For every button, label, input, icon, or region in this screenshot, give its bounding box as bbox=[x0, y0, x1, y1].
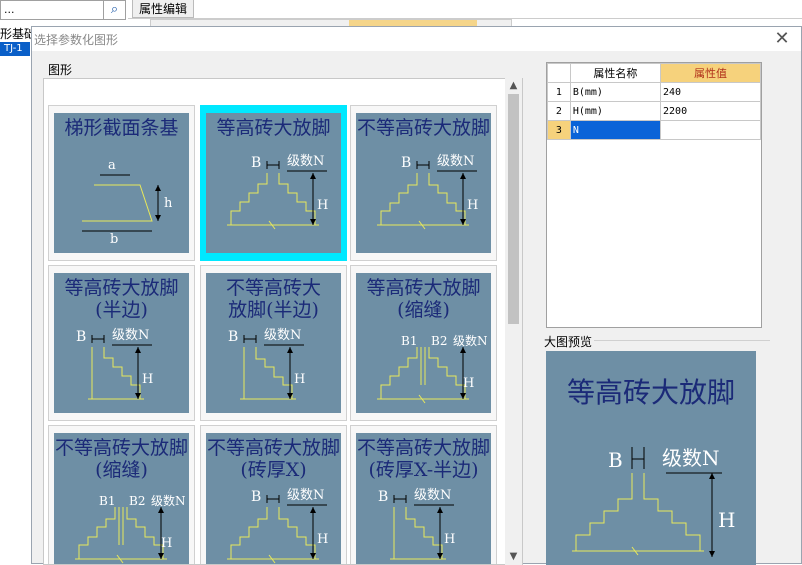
prop-value[interactable]: 240 bbox=[660, 82, 761, 102]
dim-label-h: H bbox=[467, 198, 478, 213]
dim-label-b2: B2 bbox=[431, 334, 447, 348]
group-label: 图形 bbox=[48, 61, 73, 78]
dialog-title: 选择参数化图形 bbox=[34, 33, 119, 47]
dim-label-b: B bbox=[608, 448, 623, 472]
large-preview: 等高砖大放脚 B 级数N H bbox=[546, 351, 756, 565]
col-header-name: 属性名称 bbox=[569, 63, 662, 83]
dim-label-b1: B1 bbox=[99, 494, 115, 508]
dim-label-h: h bbox=[164, 196, 173, 211]
dim-label-levels: 级数N bbox=[151, 493, 186, 508]
prop-row[interactable]: 1 B(mm) 240 bbox=[547, 82, 761, 102]
row-number: 2 bbox=[547, 101, 571, 121]
prop-value[interactable] bbox=[660, 120, 761, 140]
shape-tile[interactable]: 不等高砖大放脚 (缩缝) B1 B2 级数N H bbox=[48, 425, 195, 564]
dim-label-b: B bbox=[251, 155, 261, 171]
row-number: 1 bbox=[547, 82, 571, 102]
prop-name[interactable]: N bbox=[569, 120, 662, 140]
gallery-scrollbar[interactable]: ▲ ▼ bbox=[505, 78, 522, 565]
shape-thumbnail: 等高砖大放脚 (缩缝) B1 B2 级数N H bbox=[356, 273, 491, 413]
scroll-down-icon[interactable]: ▼ bbox=[505, 549, 522, 565]
close-icon[interactable]: ✕ bbox=[771, 27, 793, 51]
shape-thumbnail: 不等高砖大放脚 (砖厚X) B 级数N H bbox=[206, 433, 341, 564]
shape-tile[interactable]: 不等高砖大放脚 (砖厚X) B 级数N H bbox=[200, 425, 347, 564]
shape-tile[interactable]: 等高砖大放脚 B 级数N H bbox=[200, 105, 347, 261]
dim-label-h: H bbox=[444, 532, 455, 547]
tab-props-edit[interactable]: 属性编辑 bbox=[132, 0, 195, 18]
dim-label-h: H bbox=[317, 532, 328, 547]
dim-label-b: b bbox=[110, 232, 118, 247]
dialog-titlebar: 选择参数化图形 ✕ bbox=[32, 27, 801, 51]
shape-select-dialog: 选择参数化图形 ✕ 图形 梯形截面条基 a h b 等高砖大放脚 B 级数N H 不等高砖大放脚… bbox=[31, 26, 802, 565]
dim-label-h: H bbox=[718, 508, 735, 532]
shape-diagram: B 级数N H bbox=[377, 154, 478, 230]
shape-tile[interactable]: 梯形截面条基 a h b bbox=[48, 105, 195, 261]
dim-label-levels: 级数N bbox=[112, 328, 149, 343]
preview-caption: 等高砖大放脚 bbox=[566, 376, 735, 409]
shape-tile[interactable]: 不等高砖大 放脚(半边) B 级数N H bbox=[200, 265, 347, 421]
dim-label-levels: 级数N bbox=[287, 154, 324, 169]
col-header-value: 属性值 bbox=[660, 63, 761, 83]
dim-label-levels: 级数N bbox=[662, 446, 720, 470]
properties-grid: 属性名称 属性值 1 B(mm) 240 2 H(mm) 2200 3 N bbox=[546, 62, 762, 328]
dim-label-b: B bbox=[76, 329, 86, 345]
shape-thumbnail: 不等高砖大放脚 (缩缝) B1 B2 级数N H bbox=[54, 433, 189, 564]
shape-diagram: a h b bbox=[82, 158, 173, 247]
prop-row[interactable]: 3 N bbox=[547, 120, 761, 140]
dim-label-b: B bbox=[251, 489, 261, 505]
shape-thumbnail: 等高砖大放脚 B 级数N H bbox=[206, 113, 341, 253]
dim-label-h: H bbox=[463, 376, 474, 391]
dim-label-h: H bbox=[317, 198, 328, 213]
preview-label: 大图预览 bbox=[544, 335, 593, 349]
dim-label-b1: B1 bbox=[401, 334, 417, 348]
props-tab-bar: 属性编辑 bbox=[128, 0, 802, 19]
shape-thumbnail: 等高砖大放脚 (半边) B 级数N H bbox=[54, 273, 189, 413]
prop-name[interactable]: H(mm) bbox=[569, 101, 662, 121]
dim-label-b: B bbox=[401, 155, 411, 171]
shape-diagram: B 级数N H bbox=[227, 154, 328, 230]
shape-tile[interactable]: 不等高砖大放脚 B 级数N H bbox=[350, 105, 497, 261]
shape-thumbnail: 梯形截面条基 a h b bbox=[54, 113, 189, 253]
dim-label-b: B bbox=[378, 489, 388, 505]
dim-label-b2: B2 bbox=[129, 494, 145, 508]
shape-diagram: B 级数N H bbox=[378, 488, 455, 560]
shape-thumbnail: 不等高砖大放脚 B 级数N H bbox=[356, 113, 491, 253]
search-input[interactable]: ... bbox=[0, 0, 104, 20]
dim-label-levels: 级数N bbox=[414, 488, 451, 503]
scroll-thumb[interactable] bbox=[508, 94, 519, 324]
shape-tile[interactable]: 不等高砖大放脚 (砖厚X-半边) B 级数N H bbox=[350, 425, 497, 564]
dim-label-levels: 级数N bbox=[287, 488, 324, 503]
shape-diagram: B 级数N H bbox=[76, 328, 153, 400]
scroll-up-icon[interactable]: ▲ bbox=[505, 78, 522, 94]
shape-diagram: B 级数N H bbox=[228, 328, 305, 400]
shape-thumbnail: 不等高砖大 放脚(半边) B 级数N H bbox=[206, 273, 341, 413]
shape-gallery: 梯形截面条基 a h b 等高砖大放脚 B 级数N H 不等高砖大放脚 B 级数N H 等高砖大放脚 (… bbox=[43, 78, 523, 565]
prop-value[interactable]: 2200 bbox=[660, 101, 761, 121]
shape-tile[interactable]: 等高砖大放脚 (缩缝) B1 B2 级数N H bbox=[350, 265, 497, 421]
shape-diagram: B 级数N H bbox=[227, 488, 328, 564]
preview-divider bbox=[594, 340, 770, 341]
tree-item-selected[interactable]: TJ-1 bbox=[0, 42, 30, 56]
dim-label-levels: 级数N bbox=[437, 154, 474, 169]
prop-row[interactable]: 2 H(mm) 2200 bbox=[547, 101, 761, 121]
dim-label-h: H bbox=[294, 372, 305, 387]
dim-label-h: H bbox=[142, 372, 153, 387]
shape-diagram: B1 B2 级数N H bbox=[75, 493, 186, 564]
dim-label-h: H bbox=[161, 536, 172, 551]
shape-thumbnail: 不等高砖大放脚 (砖厚X-半边) B 级数N H bbox=[356, 433, 491, 564]
search-icon[interactable]: ⌕ bbox=[104, 0, 126, 20]
dim-label-b: B bbox=[228, 329, 238, 345]
corner-cell bbox=[547, 63, 571, 83]
dim-label-levels: 级数N bbox=[453, 333, 488, 348]
dim-label-levels: 级数N bbox=[264, 328, 301, 343]
prop-name[interactable]: B(mm) bbox=[569, 82, 662, 102]
row-number: 3 bbox=[547, 120, 571, 140]
dim-label-a: a bbox=[108, 158, 116, 173]
shape-tile[interactable]: 等高砖大放脚 (半边) B 级数N H bbox=[48, 265, 195, 421]
shape-diagram: B1 B2 级数N H bbox=[377, 333, 488, 404]
